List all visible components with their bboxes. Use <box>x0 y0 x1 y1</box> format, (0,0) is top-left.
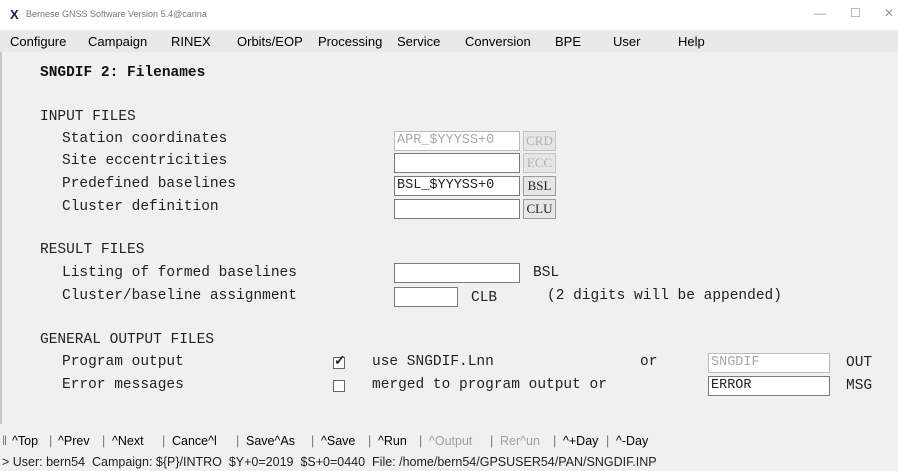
menu-configure[interactable]: Configure <box>10 34 66 49</box>
program-output-checkbox[interactable]: ✓ <box>333 352 346 369</box>
site-eccentricities-field[interactable] <box>394 153 520 173</box>
plus-day-button[interactable]: ^+Day <box>563 434 598 448</box>
program-output-label: Program output <box>62 354 184 370</box>
menu-campaign[interactable]: Campaign <box>88 34 147 49</box>
station-coordinates-label: Station coordinates <box>62 131 228 147</box>
menu-orbits-eop[interactable]: Orbits/EOP <box>237 34 303 49</box>
separator: | <box>49 434 53 448</box>
crd-select-button[interactable]: CRD <box>523 131 556 151</box>
minimize-button[interactable]: — <box>814 6 826 20</box>
separator: | <box>368 434 372 448</box>
program-output-or: or <box>640 354 658 370</box>
separator: | <box>102 434 106 448</box>
separator: | <box>162 434 166 448</box>
clu-select-button[interactable]: CLU <box>523 199 556 219</box>
listing-ext-label: BSL <box>533 265 560 281</box>
minus-day-button[interactable]: ^-Day <box>616 434 648 448</box>
ecc-select-button[interactable]: ECC <box>523 153 556 173</box>
separator: ‖ <box>2 434 8 448</box>
predefined-baselines-field[interactable]: BSL_$YYYSS+0 <box>394 176 520 196</box>
separator: | <box>236 434 240 448</box>
cluster-assignment-label: Cluster/baseline assignment <box>62 288 297 304</box>
separator: | <box>419 434 423 448</box>
close-button[interactable]: ✕ <box>884 6 894 20</box>
separator: | <box>311 434 315 448</box>
prev-button[interactable]: ^Prev <box>58 434 90 448</box>
cluster-assignment-field[interactable] <box>394 287 458 307</box>
station-coordinates-field[interactable]: APR_$YYYSS+0 <box>394 131 520 151</box>
app-logo-icon: X <box>10 7 19 22</box>
menu-user[interactable]: User <box>613 34 640 49</box>
separator: | <box>606 434 610 448</box>
listing-baselines-field[interactable] <box>394 263 520 283</box>
cluster-ext-label: CLB <box>471 290 498 306</box>
output-button[interactable]: ^Output <box>429 434 472 448</box>
menu-bpe[interactable]: BPE <box>555 34 581 49</box>
predefined-baselines-label: Predefined baselines <box>62 176 237 192</box>
top-button[interactable]: ^Top <box>12 434 38 448</box>
rerun-button[interactable]: Rer^un <box>500 434 540 448</box>
separator: | <box>553 434 557 448</box>
save-as-button[interactable]: Save^As <box>246 434 295 448</box>
menu-conversion[interactable]: Conversion <box>465 34 531 49</box>
site-eccentricities-label: Site eccentricities <box>62 153 228 169</box>
program-output-field[interactable]: SNGDIF <box>708 353 830 373</box>
error-messages-field[interactable]: ERROR <box>708 376 830 396</box>
error-messages-label: Error messages <box>62 377 184 393</box>
error-messages-ext: MSG <box>846 378 873 394</box>
program-output-option: use SNGDIF.Lnn <box>372 354 494 370</box>
menu-bar: Configure Campaign RINEX Orbits/EOP Proc… <box>0 30 898 53</box>
bsl-select-button[interactable]: BSL <box>523 176 556 196</box>
program-output-ext: OUT <box>846 355 873 371</box>
button-bar: ‖ ^Top | ^Prev | ^Next | Cance^l | Save^… <box>0 430 898 452</box>
run-button[interactable]: ^Run <box>378 434 407 448</box>
save-button[interactable]: ^Save <box>321 434 355 448</box>
listing-baselines-label: Listing of formed baselines <box>62 265 297 281</box>
general-output-header: GENERAL OUTPUT FILES <box>40 332 215 348</box>
cluster-note: (2 digits will be appended) <box>547 288 782 304</box>
maximize-button[interactable]: ☐ <box>850 6 861 20</box>
menu-rinex[interactable]: RINEX <box>171 34 211 49</box>
cancel-button[interactable]: Cance^l <box>172 434 217 448</box>
title-bar: X Bernese GNSS Software Version 5.4@cari… <box>0 0 898 30</box>
next-button[interactable]: ^Next <box>112 434 144 448</box>
input-files-header: INPUT FILES <box>40 109 136 125</box>
error-messages-option: merged to program output or <box>372 377 607 393</box>
panel-title: SNGDIF 2: Filenames <box>40 65 206 81</box>
menu-service[interactable]: Service <box>397 34 440 49</box>
error-messages-checkbox[interactable] <box>333 380 345 392</box>
result-files-header: RESULT FILES <box>40 242 145 258</box>
check-mark-icon: ✓ <box>334 352 346 368</box>
separator: | <box>490 434 494 448</box>
menu-help[interactable]: Help <box>678 34 705 49</box>
menu-processing[interactable]: Processing <box>318 34 382 49</box>
cluster-definition-label: Cluster definition <box>62 199 219 215</box>
input-panel: SNGDIF 2: Filenames INPUT FILES Station … <box>0 52 898 424</box>
status-bar: > User: bern54 Campaign: ${P}/INTRO $Y+0… <box>2 455 657 469</box>
window-title: Bernese GNSS Software Version 5.4@carina <box>26 9 207 19</box>
cluster-definition-field[interactable] <box>394 199 520 219</box>
